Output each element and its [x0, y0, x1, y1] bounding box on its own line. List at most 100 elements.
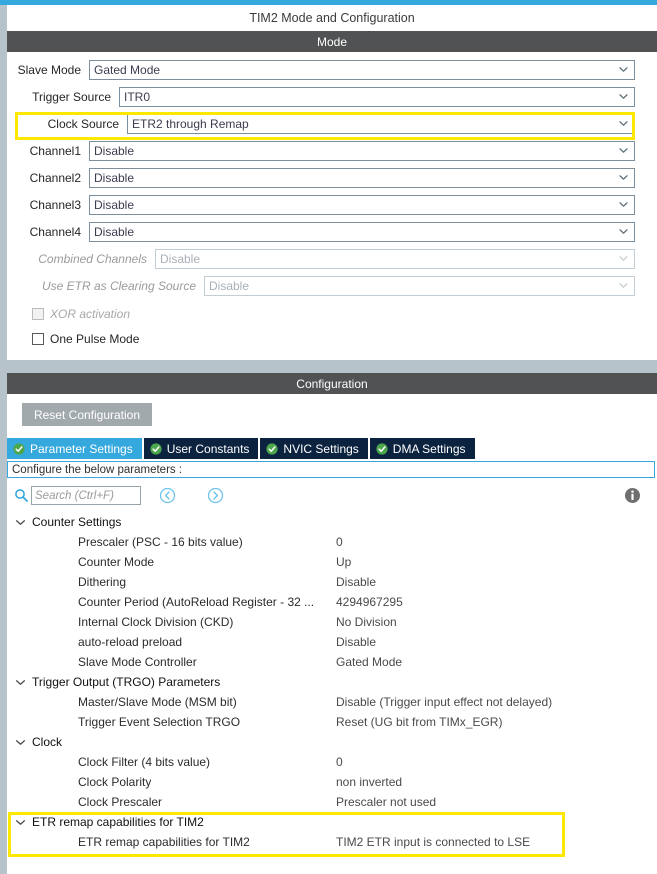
- tree-item-row[interactable]: Clock Prescaler Prescaler not used: [7, 792, 657, 812]
- mode-field-label: Use ETR as Clearing Source: [41, 278, 196, 293]
- tree-item-name: Dithering: [78, 575, 127, 589]
- mode-field-row: Channel1 Disable: [7, 140, 657, 161]
- mode-field-combobox: Disable: [155, 248, 635, 269]
- tree-group[interactable]: Clock: [7, 732, 657, 752]
- tree-item-value[interactable]: TIM2 ETR input is connected to LSE: [336, 835, 530, 849]
- mode-field-combobox[interactable]: Disable: [89, 221, 635, 242]
- mode-field-row: Slave Mode Gated Mode: [7, 59, 657, 80]
- tree-group[interactable]: ETR remap capabilities for TIM2: [7, 812, 657, 832]
- tree-item-value[interactable]: Disable: [336, 575, 376, 589]
- mode-field-label: Trigger Source: [32, 89, 111, 104]
- configuration-tabs: Parameter Settings User Constants NVIC Set…: [7, 437, 657, 459]
- tab-label: DMA Settings: [392, 441, 466, 456]
- mode-field-combobox[interactable]: Disable: [89, 194, 635, 215]
- mode-section-header: Mode: [7, 31, 657, 52]
- tree-item-value[interactable]: Reset (UG bit from TIMx_EGR): [336, 715, 502, 729]
- mode-field-row: Use ETR as Clearing Source Disable: [7, 275, 657, 296]
- chevron-down-icon: [619, 119, 628, 128]
- mode-field-combobox[interactable]: Gated Mode: [89, 59, 635, 80]
- tree-item-row[interactable]: Counter Mode Up: [7, 552, 657, 572]
- mode-field-label: Combined Channels: [38, 251, 147, 266]
- chevron-down-icon: [619, 227, 628, 236]
- checkbox-label: XOR activation: [50, 307, 131, 321]
- check-circle-icon: [376, 442, 388, 455]
- mode-panel: Slave Mode Gated Mode Trigger Source ITR0 Cl…: [7, 52, 657, 360]
- mode-field-combobox[interactable]: Disable: [89, 167, 635, 188]
- chevron-down-icon: [619, 92, 628, 101]
- check-circle-icon: [13, 442, 25, 455]
- tree-item-name: Internal Clock Division (CKD): [78, 615, 234, 629]
- window-title-bar: TIM2 Mode and Configuration: [7, 5, 657, 31]
- tree-item-row[interactable]: Trigger Event Selection TRGO Reset (UG bi…: [7, 712, 657, 732]
- parameter-tree: Counter Settings Prescaler (PSC - 16 bits…: [7, 512, 657, 852]
- configuration-section-header: Configuration: [7, 373, 657, 394]
- tree-item-name: Counter Mode: [78, 555, 155, 569]
- tree-item-name: auto-reload preload: [78, 635, 183, 649]
- mode-checkbox-row[interactable]: One Pulse Mode: [32, 330, 139, 348]
- tree-item-row[interactable]: ETR remap capabilities for TIM2 TIM2 ETR …: [7, 832, 657, 852]
- tree-group-label: Trigger Output (TRGO) Parameters: [32, 675, 221, 689]
- tree-item-row[interactable]: Clock Polarity non inverted: [7, 772, 657, 792]
- chevron-down-icon: [619, 146, 628, 155]
- tree-item-row[interactable]: Prescaler (PSC - 16 bits value) 0: [7, 532, 657, 552]
- tab-dma-settings[interactable]: DMA Settings: [369, 438, 475, 459]
- info-icon[interactable]: [624, 487, 641, 504]
- tree-group[interactable]: Counter Settings: [7, 512, 657, 532]
- check-circle-icon: [150, 442, 162, 455]
- checkbox-one-pulse-mode[interactable]: [32, 333, 44, 345]
- mode-field-row: Combined Channels Disable: [7, 248, 657, 269]
- tab-nvic-settings[interactable]: NVIC Settings: [260, 438, 368, 459]
- tree-item-row[interactable]: Master/Slave Mode (MSM bit) Disable (Trig…: [7, 692, 657, 712]
- tree-item-row[interactable]: Counter Period (AutoReload Register - 32…: [7, 592, 657, 612]
- tab-label: NVIC Settings: [283, 441, 359, 456]
- tree-group[interactable]: Trigger Output (TRGO) Parameters: [7, 672, 657, 692]
- mode-field-label: Clock Source: [47, 116, 119, 131]
- chevron-down-icon: [619, 65, 628, 74]
- mode-field-combobox[interactable]: Disable: [89, 140, 635, 161]
- tab-label: User Constants: [166, 441, 250, 456]
- mode-field-value: Disable: [94, 224, 135, 239]
- mode-checkbox-row: XOR activation: [32, 305, 130, 323]
- mode-field-combobox: Disable: [204, 275, 635, 296]
- mode-field-row: Channel3 Disable: [7, 194, 657, 215]
- tab-parameter-settings[interactable]: Parameter Settings: [7, 438, 142, 459]
- search-previous-button[interactable]: [159, 487, 176, 504]
- tree-item-row[interactable]: Dithering Disable: [7, 572, 657, 592]
- chevron-down-icon[interactable]: [15, 677, 26, 688]
- mode-field-combobox[interactable]: ITR0: [119, 86, 635, 107]
- tree-item-value[interactable]: Gated Mode: [336, 655, 402, 669]
- chevron-down-icon[interactable]: [15, 517, 26, 528]
- search-next-button[interactable]: [207, 487, 224, 504]
- configure-parameters-label: Configure the below parameters :: [12, 463, 183, 476]
- reset-configuration-button[interactable]: Reset Configuration: [22, 403, 152, 426]
- tree-item-name: Clock Polarity: [78, 775, 152, 789]
- tree-item-value[interactable]: Up: [336, 555, 351, 569]
- tree-item-value[interactable]: 4294967295: [336, 595, 403, 609]
- search-input[interactable]: [31, 486, 141, 505]
- chevron-down-icon[interactable]: [15, 817, 26, 828]
- mode-field-label: Channel3: [29, 197, 81, 212]
- tree-item-value[interactable]: Disable (Trigger input effect not delaye…: [336, 695, 552, 709]
- configuration-section-header-label: Configuration: [296, 376, 368, 391]
- tree-item-row[interactable]: auto-reload preload Disable: [7, 632, 657, 652]
- tree-item-value[interactable]: Prescaler not used: [336, 795, 436, 809]
- tree-item-value[interactable]: 0: [336, 535, 343, 549]
- tree-item-value[interactable]: Disable: [336, 635, 376, 649]
- tree-item-value[interactable]: 0: [336, 755, 343, 769]
- tree-item-value[interactable]: No Division: [336, 615, 397, 629]
- mode-field-label: Channel4: [29, 224, 81, 239]
- tab-user-constants[interactable]: User Constants: [143, 438, 259, 459]
- chevron-down-icon[interactable]: [15, 737, 26, 748]
- mode-field-value: Disable: [209, 278, 250, 293]
- mode-field-row: Clock Source ETR2 through Remap: [7, 113, 657, 134]
- tree-item-value[interactable]: non inverted: [336, 775, 402, 789]
- mode-field-label: Channel1: [29, 143, 81, 158]
- chevron-down-icon: [619, 281, 628, 290]
- tree-item-row[interactable]: Slave Mode Controller Gated Mode: [7, 652, 657, 672]
- tree-item-row[interactable]: Internal Clock Division (CKD) No Division: [7, 612, 657, 632]
- tree-item-name: ETR remap capabilities for TIM2: [78, 835, 250, 849]
- mode-field-combobox[interactable]: ETR2 through Remap: [127, 113, 635, 134]
- page-title: TIM2 Mode and Configuration: [249, 11, 415, 25]
- tree-item-name: Prescaler (PSC - 16 bits value): [78, 535, 243, 549]
- tree-item-row[interactable]: Clock Filter (4 bits value) 0: [7, 752, 657, 772]
